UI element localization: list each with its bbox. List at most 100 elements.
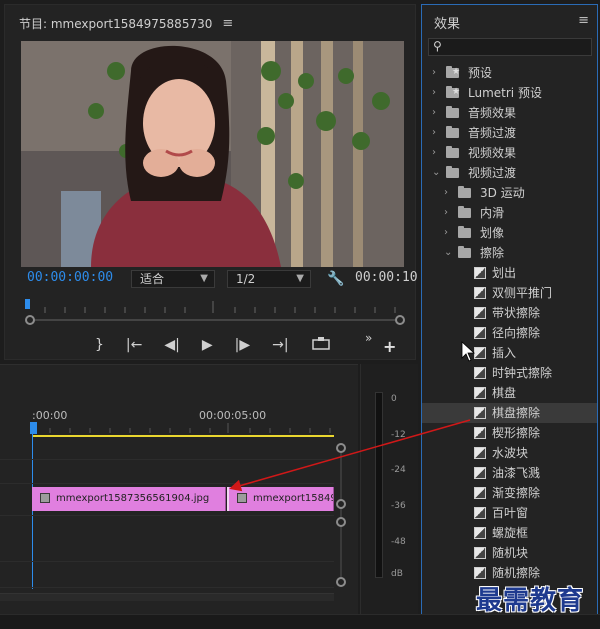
meter-label: -12 [391, 430, 406, 440]
video-clip-2[interactable]: mmexport1584975 [227, 487, 334, 511]
chevron-right-icon[interactable]: › [432, 103, 436, 123]
effects-tree-item[interactable]: 时钟式擦除 [422, 363, 597, 383]
effects-tree-item[interactable]: 划出 [422, 263, 597, 283]
meter-label: -48 [391, 537, 406, 547]
effects-tree-item[interactable]: › 内滑 [422, 203, 597, 223]
effects-tree-item[interactable]: › 3D 运动 [422, 183, 597, 203]
play-icon[interactable]: ▶ [202, 337, 213, 353]
work-area-bar[interactable] [32, 435, 334, 437]
track-divider [0, 459, 334, 460]
effects-tree-label: 音频过渡 [468, 126, 517, 140]
clip-name: mmexport1587356561904.jpg [56, 493, 210, 504]
preset-folder-icon [446, 62, 460, 82]
chevron-right-icon[interactable]: › [432, 123, 436, 143]
transition-effect-icon [474, 487, 486, 499]
transport-controls: } |← ◀| ▶ |▶ →| [95, 335, 331, 355]
effects-tree-item[interactable]: 带状擦除 [422, 303, 597, 323]
panel-menu-icon[interactable]: ≡ [222, 16, 233, 31]
vertical-scrollbar-track[interactable] [340, 447, 342, 577]
effects-tree-item[interactable]: › 预设 [422, 62, 597, 83]
step-forward-icon[interactable]: |▶ [235, 337, 250, 353]
transition-effect-icon [474, 287, 486, 299]
chevron-right-icon[interactable]: › [432, 63, 436, 83]
chevron-right-icon[interactable]: › [432, 143, 436, 163]
effects-tree-item[interactable]: 棋盘 [422, 383, 597, 403]
chevron-right-icon[interactable]: › [432, 83, 436, 103]
effects-tree-item[interactable]: 楔形擦除 [422, 423, 597, 443]
effects-tree-item[interactable]: 双侧平推门 [422, 283, 597, 303]
resolution-select[interactable]: 1/2 ▼ [227, 270, 311, 288]
effects-tree-label: 3D 运动 [480, 186, 525, 200]
add-button-icon[interactable]: + [383, 337, 396, 356]
effects-tree-item[interactable]: ⌄ 擦除 [422, 243, 597, 263]
folder-icon [446, 146, 459, 158]
program-monitor-header: 节目: mmexport1584975885730 ≡ [19, 13, 233, 33]
horizontal-scrollbar[interactable] [0, 593, 334, 601]
current-timecode[interactable]: 00:00:00:00 [27, 270, 113, 285]
fit-select[interactable]: 适合 ▼ [131, 270, 215, 288]
meter-label: dB [391, 569, 403, 579]
chevron-down-icon[interactable]: ⌄ [444, 243, 452, 263]
transition-effect-icon [474, 567, 486, 579]
monitor-time-ruler[interactable] [25, 299, 405, 313]
chevron-right-icon[interactable]: › [444, 203, 448, 223]
transition-effect-icon [474, 547, 486, 559]
effects-search-input[interactable]: ⚲ [428, 38, 592, 56]
effects-tree-item[interactable]: 渐变擦除 [422, 483, 597, 503]
panel-menu-icon[interactable]: ≡ [578, 13, 589, 28]
folder-icon [458, 186, 471, 198]
video-clip-1[interactable]: mmexport1587356561904.jpg [32, 487, 226, 511]
scrollbar-handle-top[interactable] [336, 443, 346, 453]
transition-effect-icon [474, 267, 486, 279]
effects-tree-item[interactable]: 随机块 [422, 543, 597, 563]
effects-panel: 效果 ≡ ⚲ › 预设 › Lumetri 预设 › 音频效果 › 音频过渡 › 视频效果 ⌄ 视频过… [421, 4, 598, 616]
effects-tree-label: 视频过渡 [468, 166, 517, 180]
effects-tree-item[interactable]: › 划像 [422, 223, 597, 243]
more-controls-icon[interactable]: » [365, 331, 372, 345]
chevron-down-icon[interactable]: ⌄ [432, 163, 440, 183]
scrollbar-handle-top[interactable] [336, 517, 346, 527]
mark-out-icon[interactable]: } [95, 337, 104, 353]
effects-tree-item[interactable]: › 音频效果 [422, 103, 597, 123]
effects-panel-title[interactable]: 效果 [434, 13, 460, 32]
effects-tree-item[interactable]: 水波块 [422, 443, 597, 463]
meter-label: -36 [391, 501, 406, 511]
effects-tree-item[interactable]: 径向擦除 [422, 323, 597, 343]
step-back-icon[interactable]: ◀| [164, 337, 179, 353]
effects-tree-item[interactable]: › Lumetri 预设 [422, 82, 597, 103]
effects-tree-label: 插入 [492, 346, 517, 360]
transition-effect-icon [474, 507, 486, 519]
scrollbar-handle-bottom[interactable] [336, 499, 346, 509]
effects-tree-item[interactable]: › 视频效果 [422, 143, 597, 163]
wrench-icon[interactable]: 🔧 [327, 271, 344, 287]
transition-effect-icon [474, 387, 486, 399]
effects-tree-item[interactable]: 螺旋框 [422, 523, 597, 543]
chevron-right-icon[interactable]: › [444, 183, 448, 203]
go-to-in-icon[interactable]: |← [126, 337, 142, 353]
audio-meter-panel: 0 -12 -24 -36 -48 dB [360, 364, 418, 614]
zoom-scrollbar[interactable] [25, 315, 405, 325]
transition-effect-icon [474, 447, 486, 459]
chevron-down-icon: ▼ [200, 273, 208, 284]
effects-tree-item[interactable]: 百叶窗 [422, 503, 597, 523]
chevron-right-icon[interactable]: › [444, 223, 448, 243]
effects-tree-label: Lumetri 预设 [468, 86, 542, 100]
duration-timecode: 00:00:10 [355, 270, 418, 285]
folder-icon [458, 206, 471, 218]
scrollbar-handle-bottom[interactable] [336, 577, 346, 587]
folder-icon [458, 246, 471, 258]
effects-tree-item[interactable]: › 音频过渡 [422, 123, 597, 143]
search-icon: ⚲ [433, 39, 442, 53]
track-divider [0, 483, 334, 484]
effects-tree-item[interactable]: 油漆飞溅 [422, 463, 597, 483]
go-to-out-icon[interactable]: →| [272, 337, 288, 353]
effects-tree-label: 随机块 [492, 546, 529, 560]
effects-tree-item[interactable]: 插入 [422, 343, 597, 363]
export-frame-icon[interactable] [311, 336, 331, 354]
effects-tree-item[interactable]: ⌄ 视频过渡 [422, 163, 597, 183]
effects-tree-label: 螺旋框 [492, 526, 529, 540]
timeline-ruler[interactable] [30, 421, 334, 433]
program-monitor-title[interactable]: 节目: mmexport1584975885730 [19, 15, 212, 32]
effects-tree-item[interactable]: 棋盘擦除 [422, 403, 597, 423]
effects-tree-label: 楔形擦除 [492, 426, 541, 440]
